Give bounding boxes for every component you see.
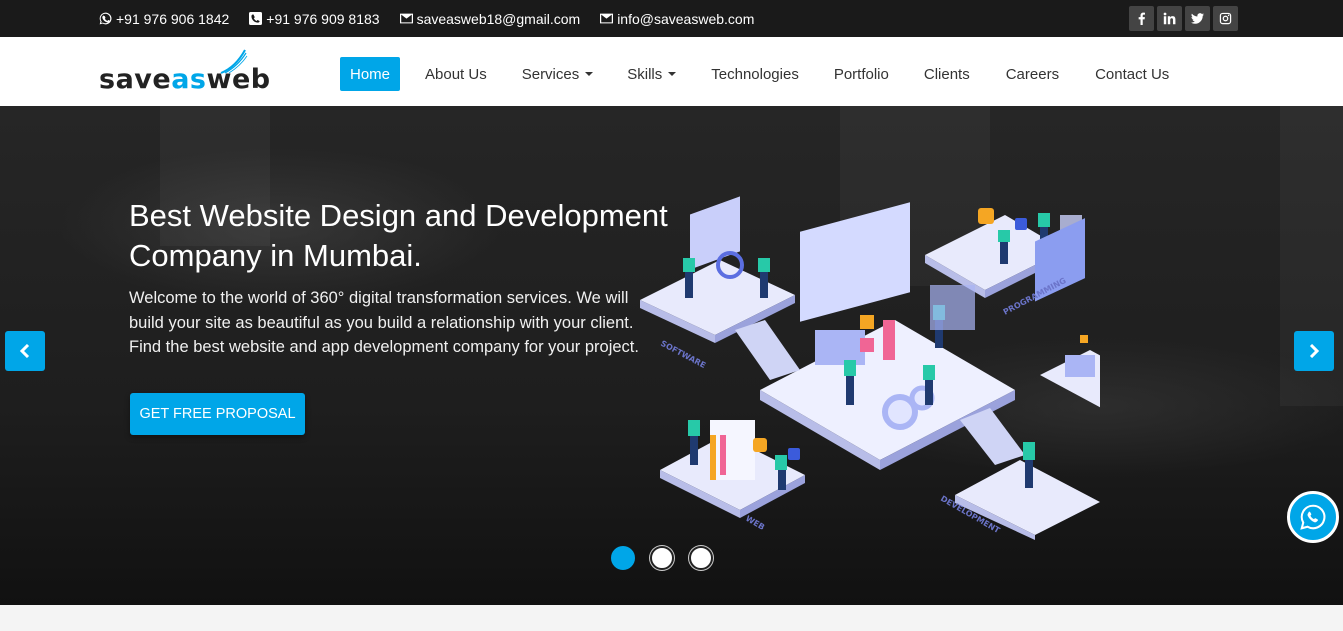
- get-free-proposal-button[interactable]: GET FREE PROPOSAL: [130, 393, 305, 435]
- main-menu: Home About Us Services Skills Technologi…: [340, 57, 1179, 91]
- whatsapp-contact[interactable]: +91 976 906 1842: [99, 11, 229, 27]
- logo-text-save: save: [99, 64, 172, 95]
- chevron-right-icon: [1309, 344, 1320, 358]
- facebook-icon: [1138, 12, 1145, 25]
- web-platform: [660, 420, 805, 518]
- label-web: WEB: [744, 514, 766, 532]
- phone-icon: [249, 12, 263, 25]
- facebook-link[interactable]: [1129, 6, 1154, 31]
- social-links: [1129, 6, 1238, 31]
- whatsapp-icon: [1300, 504, 1326, 530]
- caret-down-icon: [585, 72, 594, 76]
- whatsapp-chat-button[interactable]: [1287, 491, 1339, 543]
- nav-skills-label: Skills: [627, 65, 663, 83]
- nav-portfolio[interactable]: Portfolio: [824, 57, 899, 91]
- twitter-icon: [1191, 13, 1204, 24]
- envelope-icon: [399, 13, 413, 24]
- twitter-link[interactable]: [1185, 6, 1210, 31]
- phone-contact[interactable]: +91 976 909 8183: [249, 10, 380, 27]
- label-software: SOFTWARE: [659, 339, 707, 370]
- top-bar: +91 976 906 1842 +91 976 909 8183 saveas…: [0, 0, 1343, 37]
- nav-skills[interactable]: Skills: [617, 57, 686, 91]
- nav-contact-us[interactable]: Contact Us: [1085, 57, 1179, 91]
- page-section-below: [0, 605, 1343, 631]
- site-logo[interactable]: save as web: [99, 49, 271, 95]
- nav-home[interactable]: Home: [340, 57, 401, 91]
- envelope-icon: [600, 13, 614, 24]
- nav-clients[interactable]: Clients: [914, 57, 980, 91]
- nav-about-us[interactable]: About Us: [415, 57, 497, 91]
- slide-dot-1[interactable]: [611, 546, 635, 570]
- logo-text-as: as: [171, 64, 207, 95]
- main-navbar: save as web Home About Us Services Skills …: [0, 37, 1343, 106]
- whatsapp-icon: [99, 12, 112, 25]
- slide-dot-3[interactable]: [689, 546, 713, 570]
- logo-swoosh-icon: [220, 49, 248, 74]
- whatsapp-number: +91 976 906 1842: [116, 10, 230, 27]
- email-contact-2[interactable]: info@saveasweb.com: [600, 11, 754, 27]
- nav-services[interactable]: Services: [512, 57, 604, 91]
- previous-slide-button[interactable]: [5, 331, 45, 371]
- nav-careers[interactable]: Careers: [996, 57, 1069, 91]
- side-platform: [1040, 335, 1100, 408]
- nav-services-label: Services: [521, 65, 580, 83]
- linkedin-link[interactable]: [1157, 6, 1182, 31]
- isometric-illustration: SOFTWARE PROGRAMMING WEB DEVELOPMENT: [640, 196, 1100, 540]
- linkedin-icon: [1163, 12, 1176, 25]
- slide-dot-2[interactable]: [650, 546, 674, 570]
- chevron-left-icon: [19, 344, 30, 358]
- slide-indicators: [611, 546, 713, 570]
- nav-technologies[interactable]: Technologies: [701, 57, 809, 91]
- contact-info: +91 976 906 1842 +91 976 909 8183 saveas…: [99, 0, 754, 37]
- instagram-icon: [1219, 12, 1232, 25]
- hero-title: Best Website Design and Development Comp…: [129, 198, 668, 273]
- email-address: saveasweb18@gmail.com: [416, 10, 581, 27]
- caret-down-icon: [668, 72, 677, 76]
- hero-slider: Best Website Design and Development Comp…: [0, 106, 1343, 605]
- hero-description: Welcome to the world of 360° digital tra…: [129, 289, 639, 356]
- instagram-link[interactable]: [1213, 6, 1238, 31]
- email-contact-1[interactable]: saveasweb18@gmail.com: [399, 10, 581, 27]
- software-platform: [640, 196, 795, 343]
- phone-number: +91 976 909 8183: [266, 10, 380, 27]
- email-address: info@saveasweb.com: [617, 10, 755, 27]
- next-slide-button[interactable]: [1294, 331, 1334, 371]
